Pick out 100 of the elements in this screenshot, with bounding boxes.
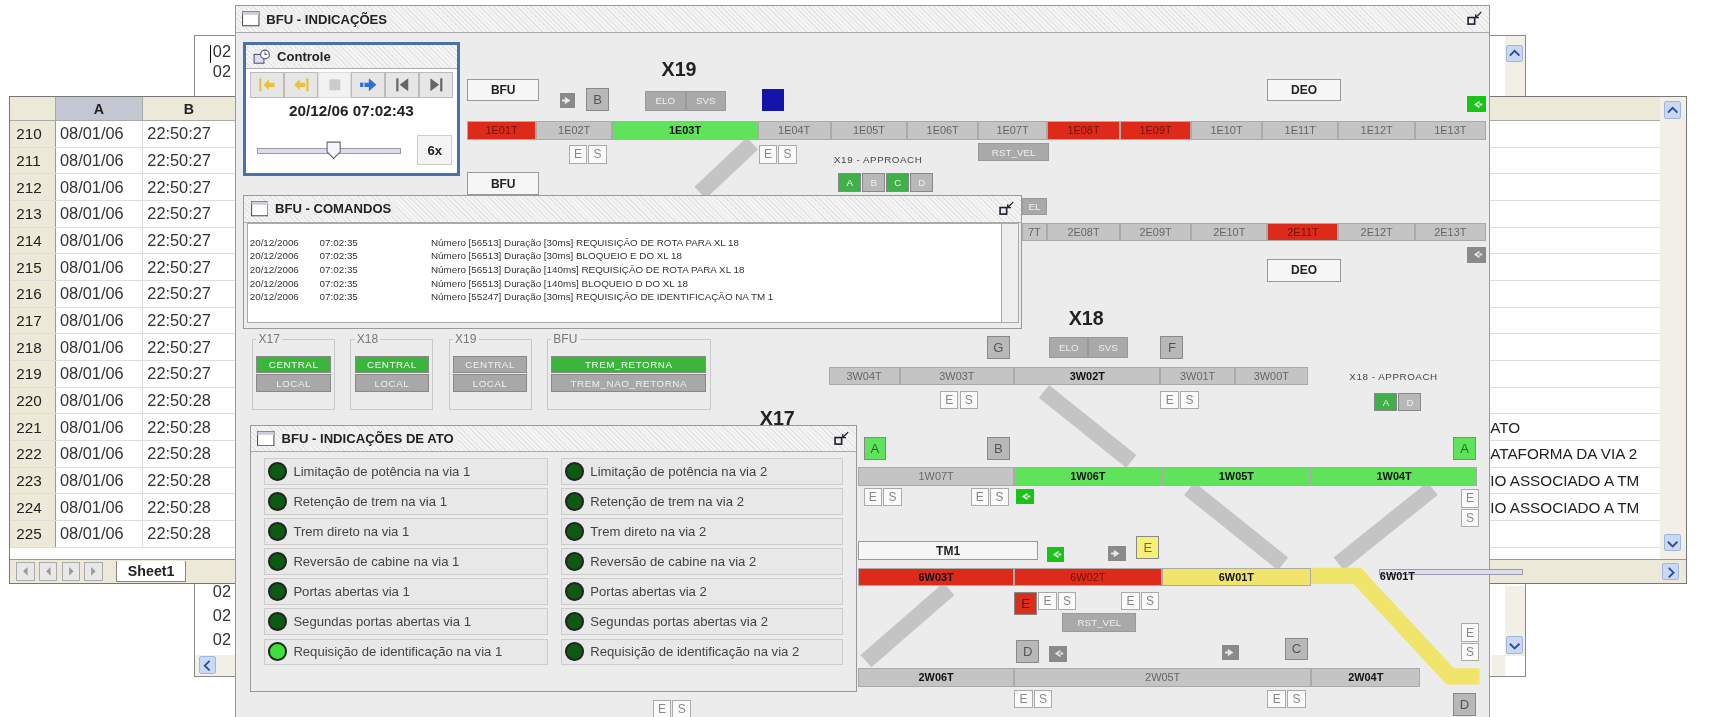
track-segment[interactable]: 6W02T (1014, 567, 1162, 587)
indicator-label: Portas abertas via 1 (293, 584, 410, 600)
track-segment[interactable]: 1W06T (1014, 467, 1162, 486)
row-header[interactable]: 210 (9, 121, 56, 147)
row-header[interactable]: 224 (9, 494, 56, 520)
window-title: Controle (276, 49, 336, 65)
mode-button[interactable]: CENTRAL (452, 355, 528, 374)
track-segment[interactable]: 2E12T (1338, 222, 1415, 242)
track-segment[interactable]: 1E13T (1414, 121, 1486, 140)
track-segment[interactable]: 2E09T (1120, 222, 1192, 242)
indicator-box: S (959, 390, 979, 410)
signal-box[interactable]: C (1284, 637, 1308, 661)
indicator-box: E (1460, 489, 1480, 508)
track-segment[interactable]: 1E04T (757, 121, 831, 140)
signal-box[interactable]: A (1453, 436, 1476, 460)
row-header[interactable]: 223 (9, 467, 56, 494)
mode-button[interactable]: TREM_NAO_RETORNA (551, 374, 707, 392)
column-header[interactable]: A (55, 97, 143, 120)
name-label: BFU (467, 78, 540, 102)
track-segment[interactable]: 1E01T (467, 121, 536, 140)
signal-box[interactable]: F (1160, 336, 1184, 360)
track-segment[interactable]: 2E10T (1191, 222, 1268, 242)
track-segment[interactable]: 1E11T (1262, 121, 1339, 140)
track-segment[interactable]: 3W03T (899, 366, 1015, 386)
table-cell: 08/01/06 (55, 520, 143, 547)
mode-button[interactable]: LOCAL (256, 374, 331, 392)
track-segment[interactable]: 3W02T (1014, 366, 1161, 386)
track-segment[interactable]: 1W04T (1311, 467, 1478, 486)
track-segment[interactable]: 1W07T (858, 467, 1015, 486)
indicator-label: Portas abertas via 2 (590, 584, 707, 600)
signal-box[interactable]: D (1016, 639, 1040, 663)
name-label: BFU (467, 172, 540, 196)
row-header[interactable]: 215 (9, 254, 56, 280)
approach-block[interactable]: A (838, 173, 862, 193)
track-segment[interactable]: 1E09T (1120, 121, 1192, 140)
track-segment[interactable]: 6W01T (1161, 567, 1312, 587)
table-cell: 08/01/06 (55, 200, 143, 227)
mode-button[interactable]: LOCAL (354, 374, 430, 392)
track-segment[interactable]: 1E05T (830, 121, 908, 140)
track-segment[interactable]: 2W06T (858, 668, 1015, 687)
signal-box[interactable]: E (1136, 535, 1160, 559)
table-cell-text: IO ASSOCIADO A TM (1490, 470, 1640, 491)
station-title: X19 (661, 57, 697, 81)
track-segment[interactable]: 1E06T (907, 121, 979, 140)
log-message: Número [56513] Duração [30ms] REQUISIÇÃO DE ROTA PARA XL 18 (430, 236, 739, 248)
approach-block[interactable]: C (886, 173, 910, 193)
track-segment[interactable]: 2W04T (1311, 668, 1421, 687)
table-cell-text: IO ASSOCIADO A TM (1490, 497, 1640, 518)
log-date: 20/12/2006 (249, 236, 299, 248)
row-header[interactable]: 220 (9, 387, 56, 414)
signal-box[interactable]: A (863, 436, 887, 460)
row-header[interactable]: 213 (9, 200, 56, 227)
signal-box[interactable]: B (586, 88, 610, 112)
row-header[interactable]: 211 (9, 147, 56, 174)
mode-button[interactable]: CENTRAL (354, 355, 430, 374)
row-header[interactable]: 225 (9, 520, 56, 547)
track-segment[interactable]: 3W00T (1234, 366, 1308, 386)
track-segment[interactable]: 2E11T (1267, 222, 1339, 242)
track-segment[interactable]: 2E08T (1046, 222, 1121, 242)
track-segment[interactable]: 1W05T (1161, 467, 1312, 486)
name-label: DEO (1267, 78, 1341, 102)
indicator-box: S (672, 699, 691, 717)
signal-box[interactable]: E (1014, 591, 1038, 615)
sheet-tab[interactable]: Sheet1 (115, 560, 187, 583)
track-segment[interactable]: 2E13T (1414, 222, 1486, 242)
track-segment[interactable]: 2W05T (1014, 668, 1312, 687)
row-header[interactable]: 219 (9, 360, 56, 387)
signal-box[interactable]: G (986, 336, 1010, 360)
indicator-label: Trem direto na via 2 (590, 524, 707, 539)
track-segment[interactable]: 3W04T (828, 366, 900, 386)
signal-box[interactable]: B (986, 436, 1010, 460)
approach-block[interactable]: A (1374, 392, 1398, 412)
mode-button[interactable]: LOCAL (452, 374, 528, 392)
table-cell-text: ATAFORMA DA VIA 2 (1490, 444, 1638, 465)
track-segment[interactable]: 1E08T (1046, 121, 1121, 140)
table-cell: 08/01/06 (55, 414, 143, 440)
indicator-box: E (863, 487, 883, 507)
track-segment[interactable]: 7T (1021, 222, 1047, 242)
track-segment[interactable]: 6W03T (858, 567, 1015, 587)
track-segment[interactable]: 1E07T (978, 121, 1047, 140)
row-header[interactable]: 222 (9, 440, 56, 467)
row-header[interactable]: 212 (9, 174, 56, 200)
row-header[interactable]: 217 (9, 307, 56, 334)
track-segment[interactable]: 3W01T (1160, 366, 1235, 386)
log-message: Número [56513] Duração [30ms] BLOQUEIO E DO XL 18 (430, 250, 683, 262)
log-message: Número [56513] Duração [140ms] REQUISIÇÃO DE ROTA PARA XL 18 (430, 263, 745, 275)
row-header[interactable]: 221 (9, 414, 56, 440)
track-segment[interactable]: 1E02T (535, 121, 613, 140)
track-segment[interactable]: 1E10T (1191, 121, 1262, 140)
mode-button[interactable]: CENTRAL (256, 355, 331, 374)
track-segment[interactable]: 1E03T (612, 121, 758, 140)
signal-box[interactable]: D (1453, 693, 1476, 717)
mode-button[interactable]: TREM_RETORNA (551, 355, 707, 374)
track-segment[interactable]: 1E12T (1338, 121, 1415, 140)
row-header[interactable]: 214 (9, 227, 56, 254)
approach-block[interactable]: D (910, 173, 934, 193)
table-cell: 08/01/06 (55, 280, 143, 307)
row-header[interactable]: 216 (9, 280, 56, 307)
table-cell: 08/01/06 (55, 334, 143, 360)
row-header[interactable]: 218 (9, 334, 56, 360)
